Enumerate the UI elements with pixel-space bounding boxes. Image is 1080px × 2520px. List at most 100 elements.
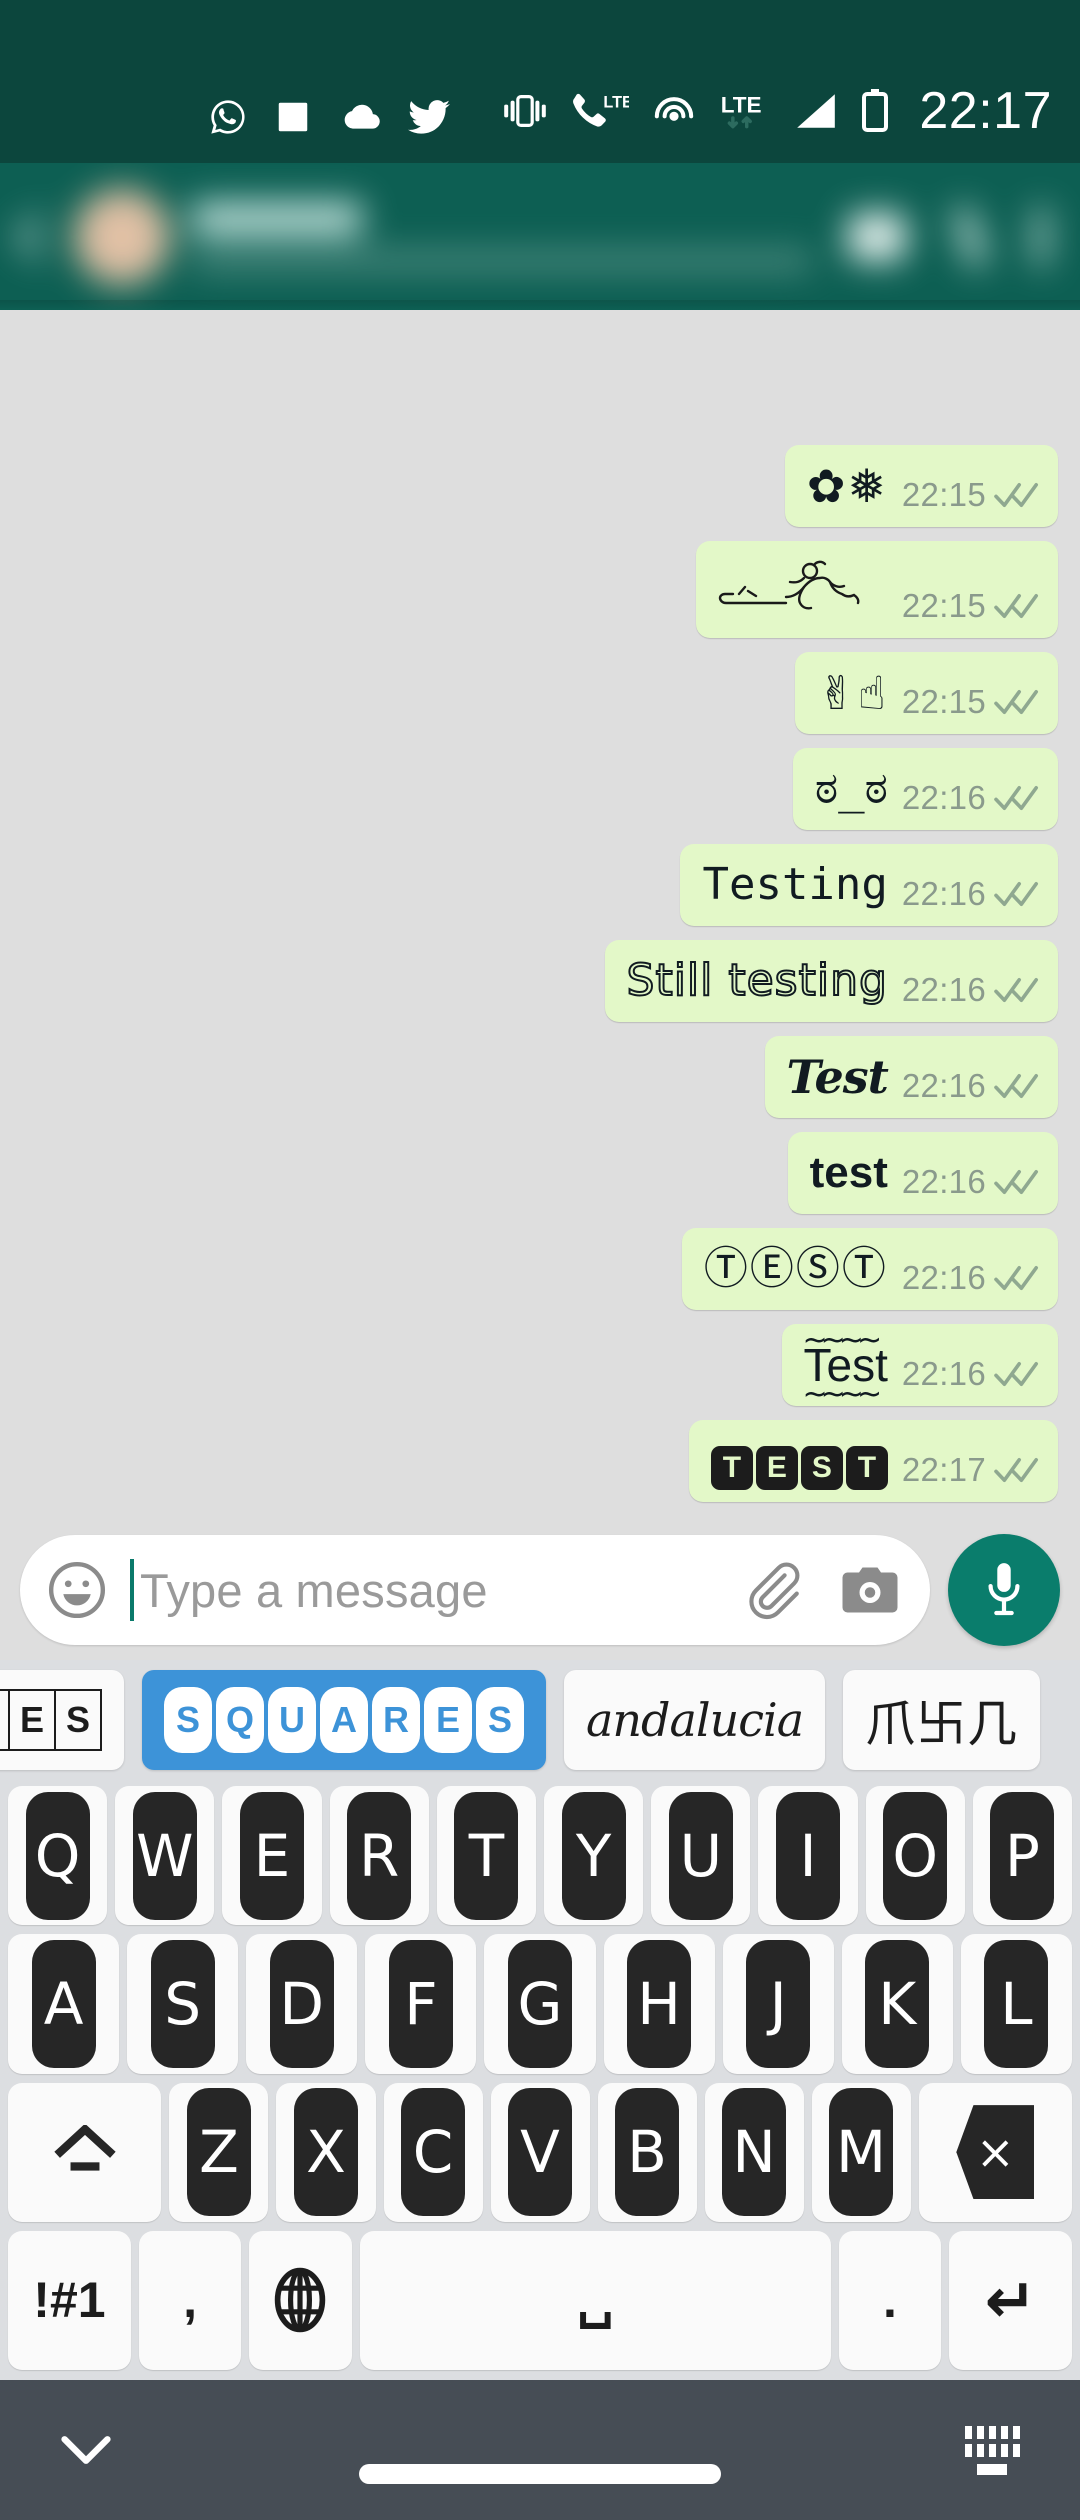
microphone-icon — [988, 1563, 1020, 1616]
message-row[interactable]: ✌☝ 22:15 — [22, 652, 1058, 734]
key-s[interactable]: S — [127, 1934, 239, 2074]
camera-icon[interactable] — [840, 1563, 900, 1617]
keycap-glyph: O — [883, 1791, 948, 1920]
key-b[interactable]: B — [597, 2082, 697, 2222]
message-row[interactable]: Testing 22:16 — [22, 844, 1058, 926]
message-bubble-outgoing[interactable]: Test 22:16 — [764, 1036, 1058, 1118]
contact-status — [192, 249, 812, 272]
key-f[interactable]: F — [365, 1934, 477, 2074]
message-bubble-outgoing[interactable]: Test 22:16 — [781, 1310, 1058, 1426]
key-language-globe[interactable] — [249, 2230, 352, 2370]
key-j[interactable]: J — [722, 1934, 834, 2074]
key-h[interactable]: H — [603, 1934, 715, 2074]
contact-info[interactable] — [192, 201, 848, 272]
key-punct-comma[interactable]: , — [138, 2230, 242, 2370]
message-text: Test — [803, 1310, 889, 1426]
cloud-icon — [344, 104, 380, 129]
key-symbols[interactable]: !#1 — [8, 2230, 131, 2370]
read-receipt-icon — [994, 1169, 1038, 1194]
message-meta: 22:17 — [902, 1453, 1040, 1492]
system-navigation-bar — [0, 2380, 1080, 2520]
key-i[interactable]: I — [758, 1786, 858, 1926]
key-d[interactable]: D — [246, 1934, 358, 2074]
key-y[interactable]: Y — [544, 1786, 644, 1926]
message-row[interactable]: Test 22:16 — [22, 1036, 1058, 1118]
message-meta: 22:16 — [902, 781, 1040, 820]
key-shift[interactable] — [8, 2082, 162, 2222]
message-list[interactable]: ✿❅ 22:15 22:15 ✌☝ 22:15 ಠ_ಠ 22:16 Testing 22:16 S… — [0, 310, 1080, 1520]
message-bubble-outgoing[interactable]: ಠ_ಠ 22:16 — [792, 748, 1058, 830]
font-suggestion-strip[interactable]: RES SQUARES andalucia 爪卐几 — [0, 1660, 1080, 1780]
smiley-icon[interactable] — [46, 1559, 108, 1621]
key-z[interactable]: Z — [169, 2082, 269, 2222]
key-n[interactable]: N — [704, 2082, 804, 2222]
font-suggestion-chip[interactable]: andalucia — [564, 1670, 826, 1770]
message-row[interactable]: ⓉⒺⓈⓉ 22:16 — [22, 1228, 1058, 1310]
message-bubble-outgoing[interactable]: ⓉⒺⓈⓉ 22:16 — [681, 1228, 1058, 1310]
message-row[interactable]: 22:15 — [22, 541, 1058, 638]
key-u[interactable]: U — [651, 1786, 751, 1926]
message-row[interactable]: ✿❅ 22:15 — [22, 445, 1058, 527]
message-text: ಠ_ಠ — [814, 763, 888, 814]
message-input-placeholder[interactable]: Type a message — [140, 1567, 742, 1614]
key-c[interactable]: C — [383, 2082, 483, 2222]
key-x[interactable]: X — [276, 2082, 376, 2222]
keycap-glyph: L — [984, 1939, 1049, 2068]
key-o[interactable]: O — [865, 1786, 965, 1926]
key-r[interactable]: R — [329, 1786, 429, 1926]
key-p[interactable]: P — [972, 1786, 1073, 1926]
paperclip-icon[interactable] — [742, 1559, 804, 1621]
key-e[interactable]: E — [222, 1786, 322, 1926]
message-row[interactable]: T E S T 22:17 — [22, 1420, 1058, 1502]
chevron-down-icon[interactable] — [60, 2435, 112, 2465]
keyboard-switch-icon[interactable] — [964, 2425, 1020, 2475]
message-row[interactable]: Test 22:16 — [22, 1310, 1058, 1426]
key-q[interactable]: Q — [8, 1786, 108, 1926]
key-t[interactable]: T — [436, 1786, 537, 1926]
font-suggestion-chip[interactable]: SQUARES — [142, 1670, 546, 1770]
message-bubble-outgoing[interactable]: ✿❅ 22:15 — [784, 445, 1058, 527]
message-row[interactable]: Still testing 22:16 — [22, 940, 1058, 1022]
font-suggestion-chip[interactable]: RES — [0, 1670, 124, 1770]
app-bar-shadow — [0, 300, 1080, 310]
key-k[interactable]: K — [841, 1934, 953, 2074]
message-bubble-outgoing[interactable]: Still testing 22:16 — [604, 940, 1058, 1022]
message-bubble-outgoing[interactable]: test 22:16 — [787, 1132, 1058, 1214]
key-space[interactable]: ␣ — [359, 2230, 831, 2370]
overflow-menu-icon[interactable] — [1034, 206, 1048, 267]
on-screen-keyboard[interactable]: Q W E R T Y U I O P A S D F G H J K L Z X C V B N M × !#1, ␣. ↵ — [0, 1780, 1080, 2380]
status-bar-notification-icons — [28, 97, 450, 137]
message-row[interactable]: ಠ_ಠ 22:16 — [22, 748, 1058, 830]
message-bubble-outgoing[interactable]: ✌☝ 22:15 — [795, 652, 1058, 734]
message-bubble-outgoing[interactable]: Testing 22:16 — [680, 844, 1058, 926]
gesture-home-pill[interactable] — [359, 2464, 721, 2484]
key-g[interactable]: G — [484, 1934, 596, 2074]
key-v[interactable]: V — [490, 2082, 590, 2222]
video-call-icon[interactable] — [848, 212, 906, 261]
key-enter[interactable]: ↵ — [949, 2230, 1073, 2370]
key-m[interactable]: M — [811, 2082, 911, 2222]
read-receipt-icon — [994, 1073, 1038, 1098]
key-w[interactable]: W — [115, 1786, 215, 1926]
message-row[interactable]: test 22:16 — [22, 1132, 1058, 1214]
font-suggestion-chip[interactable]: 爪卐几 — [843, 1670, 1041, 1770]
key-a[interactable]: A — [8, 1934, 120, 2074]
keyboard-row: ASDFGHJKL — [4, 1934, 1076, 2074]
voice-call-icon[interactable] — [950, 203, 990, 270]
voice-record-button[interactable] — [948, 1534, 1060, 1646]
message-input-container[interactable]: Type a message — [20, 1535, 930, 1645]
keyboard-row: QWERTYUIOP — [4, 1786, 1076, 1926]
message-text: test — [809, 1148, 888, 1197]
key-l[interactable]: L — [960, 1934, 1072, 2074]
message-bubble-outgoing[interactable]: T E S T 22:17 — [688, 1420, 1058, 1502]
key-punct-period[interactable]: . — [838, 2230, 942, 2370]
message-bubble-outgoing[interactable]: 22:15 — [695, 541, 1058, 638]
chat-app-bar[interactable] — [0, 163, 1080, 310]
read-receipt-icon — [994, 977, 1038, 1002]
message-meta: 22:16 — [902, 1357, 1040, 1396]
twitter-icon — [408, 100, 450, 134]
avatar[interactable] — [74, 188, 170, 285]
back-button[interactable] — [14, 212, 64, 261]
message-meta: 22:16 — [902, 877, 1040, 916]
key-backspace[interactable]: × — [918, 2082, 1073, 2222]
